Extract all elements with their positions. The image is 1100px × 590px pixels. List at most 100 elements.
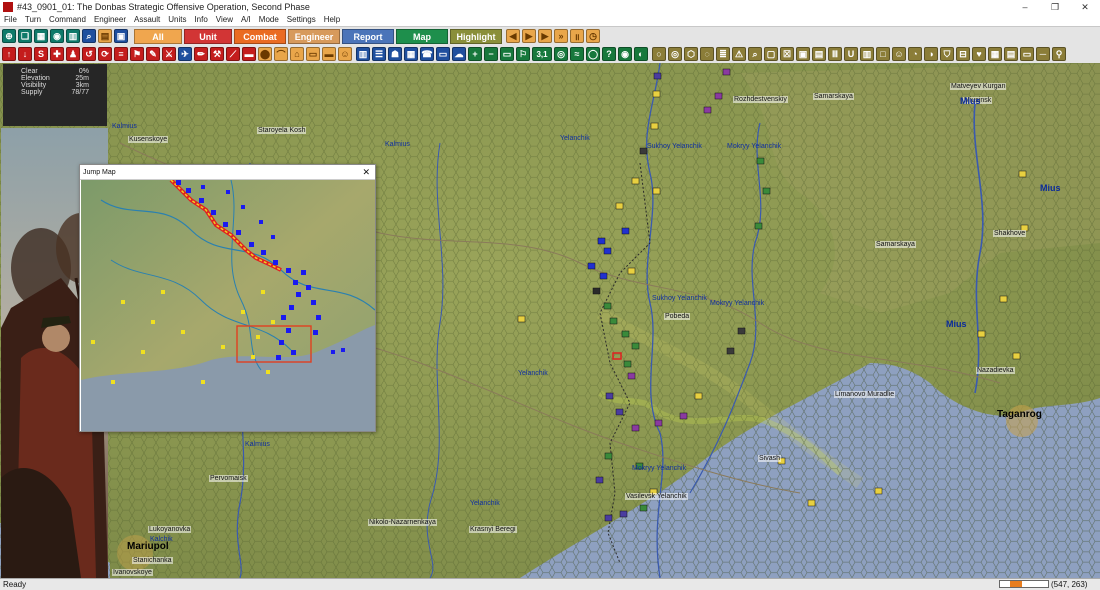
heart-icon[interactable]: ♥ [972,47,986,61]
unit-counter[interactable] [654,419,663,427]
unit-counter[interactable] [737,327,746,335]
pause-icon[interactable]: ॥ [570,29,584,43]
zoom-out-icon[interactable]: − [484,47,498,61]
refresh-icon[interactable]: ⟳ [98,47,112,61]
search-icon[interactable]: ⌕ [82,29,96,43]
menu-assault[interactable]: Assault [130,14,164,26]
magnify-icon[interactable]: ⌕ [748,47,762,61]
unit-counter[interactable] [609,317,618,325]
highlight-hex-icon[interactable]: ⬡ [684,47,698,61]
mode-unit-button[interactable]: Unit [184,28,232,44]
menu-view[interactable]: View [212,14,237,26]
book-icon[interactable]: ▥ [66,29,80,43]
jump-map-titlebar[interactable]: Jump Map ✕ [80,165,375,180]
unit-counter[interactable] [1012,352,1021,360]
tank-icon[interactable]: ▬ [242,47,256,61]
unit-counter[interactable] [679,412,688,420]
unit-counter[interactable] [694,392,703,400]
barrier-icon[interactable]: ▬ [322,47,336,61]
return-icon[interactable]: ↺ [82,47,96,61]
jump-map-view[interactable] [81,180,375,431]
unit-counter[interactable] [627,267,636,275]
mode-combat-button[interactable]: Combat [234,28,286,44]
jump-map-close-icon[interactable]: ✕ [362,167,370,178]
play-icon[interactable]: ▶ [522,29,536,43]
unit-counter[interactable] [587,262,596,270]
rewind-icon[interactable]: ◀ [506,29,520,43]
half-circle-icon[interactable]: ◑ [924,47,938,61]
infantry-icon[interactable]: ♟ [66,47,80,61]
highlight-target-icon[interactable]: ◎ [668,47,682,61]
unit-counter[interactable] [874,487,883,495]
target-icon[interactable]: ◎ [554,47,568,61]
chart-icon[interactable]: ▦ [404,47,418,61]
monitor-icon[interactable]: ▭ [500,47,514,61]
grid-icon[interactable]: ▦ [34,29,48,43]
menu-engineer[interactable]: Engineer [90,14,130,26]
unit-counter[interactable] [631,424,640,432]
dash-icon[interactable]: ─ [1036,47,1050,61]
menu-turn[interactable]: Turn [21,14,45,26]
unit-counter[interactable] [623,360,632,368]
menu-mode[interactable]: Mode [255,14,283,26]
unit-counter[interactable] [722,68,731,76]
x-box-icon[interactable]: ☒ [780,47,794,61]
unit-counter[interactable] [756,157,765,165]
aircraft-icon[interactable]: ✈ [178,47,192,61]
minus-box-icon[interactable]: ⊟ [956,47,970,61]
unit-counter[interactable] [1018,170,1027,178]
split-icon[interactable]: ✚ [50,47,64,61]
unit-counter[interactable] [621,330,630,338]
help-icon[interactable]: ? [602,47,616,61]
mine-icon[interactable]: ⬤ [258,47,272,61]
unit-counter[interactable] [639,147,648,155]
unit-counter[interactable] [604,452,613,460]
unit-counter[interactable] [631,342,640,350]
unit-counter[interactable] [595,476,604,484]
mode-report-button[interactable]: Report [342,28,394,44]
shield-icon[interactable]: ⛉ [940,47,954,61]
columns-icon[interactable]: ▥ [860,47,874,61]
unit-counter[interactable] [592,287,601,295]
menu-ai[interactable]: A/I [237,14,255,26]
menu-command[interactable]: Command [45,14,90,26]
menu-file[interactable]: File [0,14,21,26]
unit-counter[interactable] [762,187,771,195]
smile-icon[interactable]: ☺ [892,47,906,61]
unit-counter[interactable] [652,187,661,195]
unit-list-icon[interactable]: ☰ [372,47,386,61]
unit-counter[interactable] [615,202,624,210]
hq-icon[interactable]: ▣ [796,47,810,61]
unit-counter[interactable] [807,499,816,507]
unit-counter[interactable] [977,330,986,338]
unit-counter[interactable] [599,272,608,280]
unit-counter[interactable] [726,347,735,355]
u-icon[interactable]: U [844,47,858,61]
cloud-icon[interactable]: ☁ [452,47,466,61]
fort-icon[interactable]: ⌂ [290,47,304,61]
frame-icon[interactable]: ▢ [764,47,778,61]
step-forward-icon[interactable]: ▶ [538,29,552,43]
unit-counter[interactable] [650,122,659,130]
road-icon[interactable]: ▭ [306,47,320,61]
unit-counter[interactable] [652,90,661,98]
layers-icon[interactable]: ❏ [18,29,32,43]
graph-icon[interactable]: ▭ [1020,47,1034,61]
tool-icon[interactable]: ⚒ [210,47,224,61]
mode-engineer-button[interactable]: Engineer [288,28,340,44]
bridge-icon[interactable]: ⌒ [274,47,288,61]
mode-map-button[interactable]: Map [396,28,448,44]
square-icon[interactable]: □ [876,47,890,61]
contrast-icon[interactable]: ◐ [634,47,648,61]
close-button[interactable]: ✕ [1070,0,1100,14]
menu-units[interactable]: Units [164,14,190,26]
unit-counter[interactable] [999,295,1008,303]
person-icon[interactable]: ☗ [388,47,402,61]
circle-icon[interactable]: ◯ [586,47,600,61]
train-icon[interactable]: ▭ [436,47,450,61]
pencil-icon[interactable]: ✏ [194,47,208,61]
unit-counter[interactable] [639,504,648,512]
download-icon[interactable]: ↓ [18,47,32,61]
zoom-slider-thumb[interactable] [1010,581,1022,587]
hex-counter-label[interactable]: 3,1 [532,47,552,61]
